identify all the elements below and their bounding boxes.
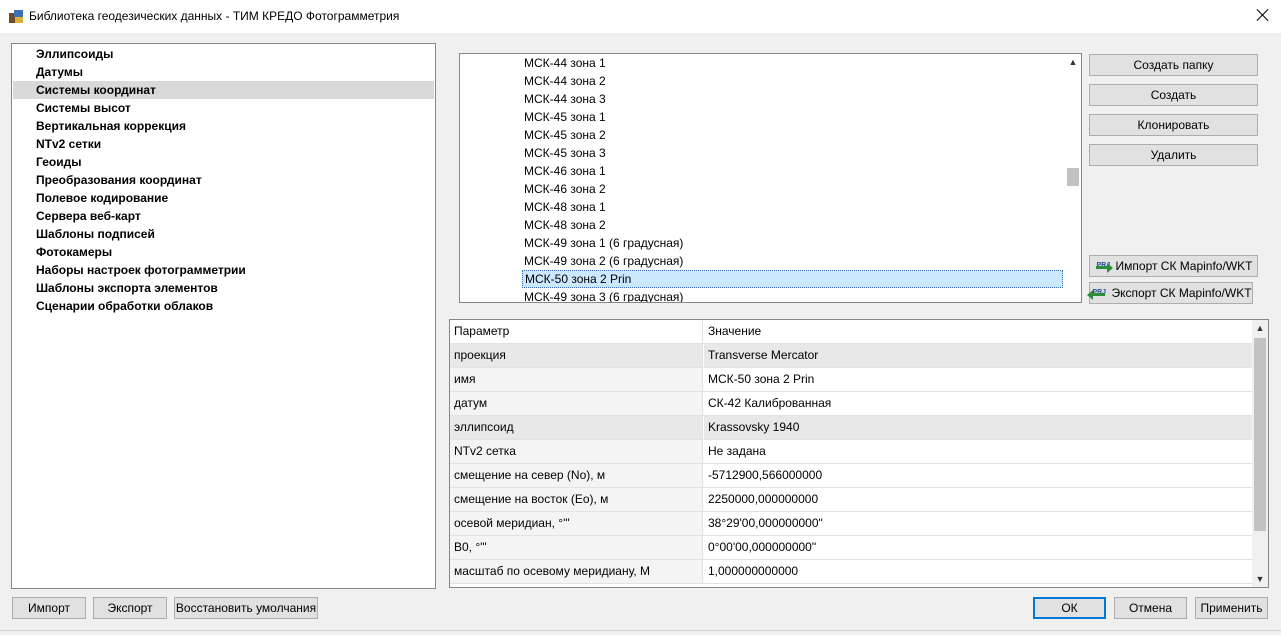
create-folder-button[interactable]: Создать папку [1089,54,1258,76]
tree-item-datums[interactable]: Датумы [13,63,434,81]
grid-header: Параметр Значение [450,320,1252,344]
scroll-thumb[interactable] [1067,168,1079,186]
table-row[interactable]: осевой меридиан, °'" 38°29'00,000000000" [450,512,1252,536]
list-item[interactable]: МСК-44 зона 1 [522,54,1063,72]
window-bottom-edge [0,630,1281,635]
param-header: Параметр [450,320,703,343]
tree-item-vertical-correction[interactable]: Вертикальная коррекция [13,117,434,135]
grid-scrollbar[interactable]: ▲ ▼ [1252,320,1268,587]
tree-item-cameras[interactable]: Фотокамеры [13,243,434,261]
scroll-up-icon[interactable]: ▲ [1255,323,1265,333]
list-item[interactable]: МСК-48 зона 1 [522,198,1063,216]
title-bar: Библиотека геодезических данных - ТИМ КР… [0,0,1281,33]
import-prj-label: Импорт СК Mapinfo/WKT [1115,259,1253,273]
restore-defaults-button[interactable]: Восстановить умолчания [174,597,318,619]
import-button[interactable]: Импорт [12,597,86,619]
tree-item-photogrammetry-settings[interactable]: Наборы настроек фотограмметрии [13,261,434,279]
delete-button[interactable]: Удалить [1089,144,1258,166]
table-row[interactable]: масштаб по осевому меридиану, М 1,000000… [450,560,1252,584]
scroll-up-icon[interactable]: ▲ [1068,57,1078,67]
list-item[interactable]: МСК-49 зона 2 (6 градусная) [522,252,1063,270]
clone-button[interactable]: Клонировать [1089,114,1258,136]
list-item[interactable]: МСК-48 зона 2 [522,216,1063,234]
window-title: Библиотека геодезических данных - ТИМ КР… [29,9,400,23]
list-item[interactable]: МСК-46 зона 1 [522,162,1063,180]
list-item[interactable]: МСК-46 зона 2 [522,180,1063,198]
tree-item-export-templates[interactable]: Шаблоны экспорта элементов [13,279,434,297]
tree-item-ellipsoids[interactable]: Эллипсоиды [13,45,434,63]
scroll-down-icon[interactable]: ▼ [1255,574,1265,584]
ok-button[interactable]: ОК [1033,597,1106,619]
coordinate-system-list: МСК-44 зона 1 МСК-44 зона 2 МСК-44 зона … [459,53,1082,303]
table-row[interactable]: смещение на север (No), м -5712900,56600… [450,464,1252,488]
tree-item-web-map-servers[interactable]: Сервера веб-карт [13,207,434,225]
export-prj-button[interactable]: PRJ Экспорт СК Mapinfo/WKT [1087,282,1253,304]
table-row[interactable]: эллипсоид Krassovsky 1940 [450,416,1252,440]
create-button[interactable]: Создать [1089,84,1258,106]
table-row[interactable]: проекция Transverse Mercator [450,344,1252,368]
tree-item-field-coding[interactable]: Полевое кодирование [13,189,434,207]
table-row[interactable]: B0, °'" 0°00'00,000000000" [450,536,1252,560]
prj-export-icon: PRJ [1087,286,1108,301]
tree-item-cloud-scenarios[interactable]: Сценарии обработки облаков [13,297,434,315]
close-icon[interactable] [1255,7,1271,23]
tree-item-height-systems[interactable]: Системы высот [13,99,434,117]
apply-button[interactable]: Применить [1195,597,1268,619]
list-item[interactable]: МСК-45 зона 2 [522,126,1063,144]
table-row[interactable]: смещение на восток (Eo), м 2250000,00000… [450,488,1252,512]
app-icon [9,10,23,23]
list-item[interactable]: МСК-49 зона 1 (6 градусная) [522,234,1063,252]
export-button[interactable]: Экспорт [93,597,167,619]
export-prj-label: Экспорт СК Mapinfo/WKT [1111,286,1252,300]
list-scrollbar[interactable]: ▲ [1065,54,1081,302]
tree-item-coordinate-transforms[interactable]: Преобразования координат [13,171,434,189]
scroll-thumb[interactable] [1254,338,1266,531]
prj-import-icon: PRJ [1095,259,1113,274]
list-item-selected[interactable]: МСК-50 зона 2 Prin [522,270,1063,288]
tree-item-ntv2-grids[interactable]: NTv2 сетки [13,135,434,153]
value-header: Значение [708,324,762,338]
table-row[interactable]: имя МСК-50 зона 2 Prin [450,368,1252,392]
list-item[interactable]: МСК-49 зона 3 (6 градусная) [522,288,1063,302]
cancel-button[interactable]: Отмена [1114,597,1187,619]
table-row[interactable]: NTv2 сетка Не задана [450,440,1252,464]
tree-item-label-templates[interactable]: Шаблоны подписей [13,225,434,243]
category-tree: Эллипсоиды Датумы Системы координат Сист… [11,43,436,589]
table-row[interactable]: датум СК-42 Калиброванная [450,392,1252,416]
list-item[interactable]: МСК-44 зона 3 [522,90,1063,108]
list-item[interactable]: МСК-45 зона 1 [522,108,1063,126]
list-item[interactable]: МСК-44 зона 2 [522,72,1063,90]
import-prj-button[interactable]: PRJ Импорт СК Mapinfo/WKT [1089,255,1258,277]
tree-item-coordinate-systems[interactable]: Системы координат [13,81,434,99]
list-item[interactable]: МСК-45 зона 3 [522,144,1063,162]
tree-item-geoids[interactable]: Геоиды [13,153,434,171]
properties-grid: Параметр Значение проекция Transverse Me… [449,319,1269,588]
